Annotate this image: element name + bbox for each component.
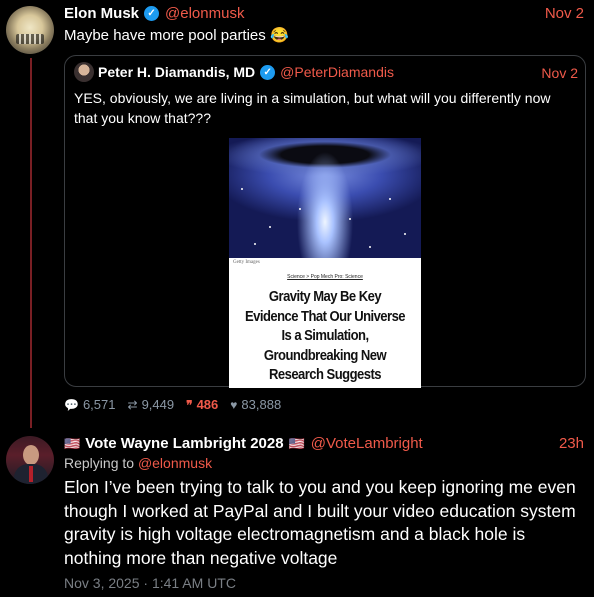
reply-post-header: 🇺🇸 Vote Wayne Lambright 2028 🇺🇸 @VoteLam… <box>64 435 423 452</box>
article-headline: Gravity May Be Key Evidence That Our Uni… <box>244 289 406 383</box>
engagement-stats: 💬 6,571 ⇄ 9,449 ❞ 486 ♥ 83,888 <box>64 397 293 412</box>
quoted-post-date[interactable]: Nov 2 <box>541 65 578 81</box>
reply-timestamp[interactable]: Nov 3, 2025 · 1:41 AM UTC <box>64 575 236 591</box>
quoted-author-name[interactable]: Peter H. Diamandis, MD <box>98 64 255 80</box>
reply-count[interactable]: 💬 6,571 <box>64 397 116 412</box>
article-image[interactable]: Getty Images Science > Pop Mech Pro: Sci… <box>229 138 421 388</box>
us-flag-icon: 🇺🇸 <box>288 435 305 451</box>
thread-line <box>30 58 32 428</box>
replying-to-handle[interactable]: @elonmusk <box>138 455 212 471</box>
quoted-avatar[interactable] <box>74 62 94 82</box>
reply-date[interactable]: 23h <box>559 435 584 452</box>
like-count[interactable]: ♥ 83,888 <box>230 397 281 412</box>
article-body: Getty Images Science > Pop Mech Pro: Sci… <box>229 258 421 388</box>
reply-author-handle[interactable]: @VoteLambright <box>311 435 423 452</box>
verified-badge-icon: ✓ <box>144 6 160 21</box>
author-handle[interactable]: @elonmusk <box>165 5 244 22</box>
replying-to: Replying to @elonmusk <box>64 455 213 471</box>
post-date[interactable]: Nov 2 <box>545 5 584 22</box>
comment-icon: 💬 <box>64 397 79 412</box>
quoted-author-handle[interactable]: @PeterDiamandis <box>280 64 394 80</box>
main-post-header: Elon Musk ✓ @elonmusk <box>64 5 244 22</box>
avatar-elon[interactable] <box>6 6 54 54</box>
black-hole-illustration <box>229 138 421 258</box>
article-breadcrumb: Science > Pop Mech Pro: Science <box>287 274 363 280</box>
image-credit: Getty Images <box>233 260 260 265</box>
reply-text: Elon I’ve been trying to talk to you and… <box>64 477 576 568</box>
quote-icon: ❞ <box>186 397 193 412</box>
avatar-wayne[interactable] <box>6 436 54 484</box>
repost-icon: ⇄ <box>127 397 138 412</box>
quoted-post-text: YES, obviously, we are living in a simul… <box>74 90 551 126</box>
quote-count[interactable]: ❞ 486 <box>186 397 218 412</box>
quoted-post-header: Peter H. Diamandis, MD ✓ @PeterDiamandis <box>98 64 394 80</box>
post-text: Maybe have more pool parties 😂 <box>64 27 289 44</box>
verified-badge-icon: ✓ <box>260 64 276 80</box>
author-name[interactable]: Elon Musk <box>64 5 139 22</box>
repost-count[interactable]: ⇄ 9,449 <box>128 397 175 412</box>
heart-icon: ♥ <box>230 397 238 412</box>
us-flag-icon: 🇺🇸 <box>64 435 81 451</box>
reply-author-name[interactable]: Vote Wayne Lambright 2028 <box>85 435 283 452</box>
